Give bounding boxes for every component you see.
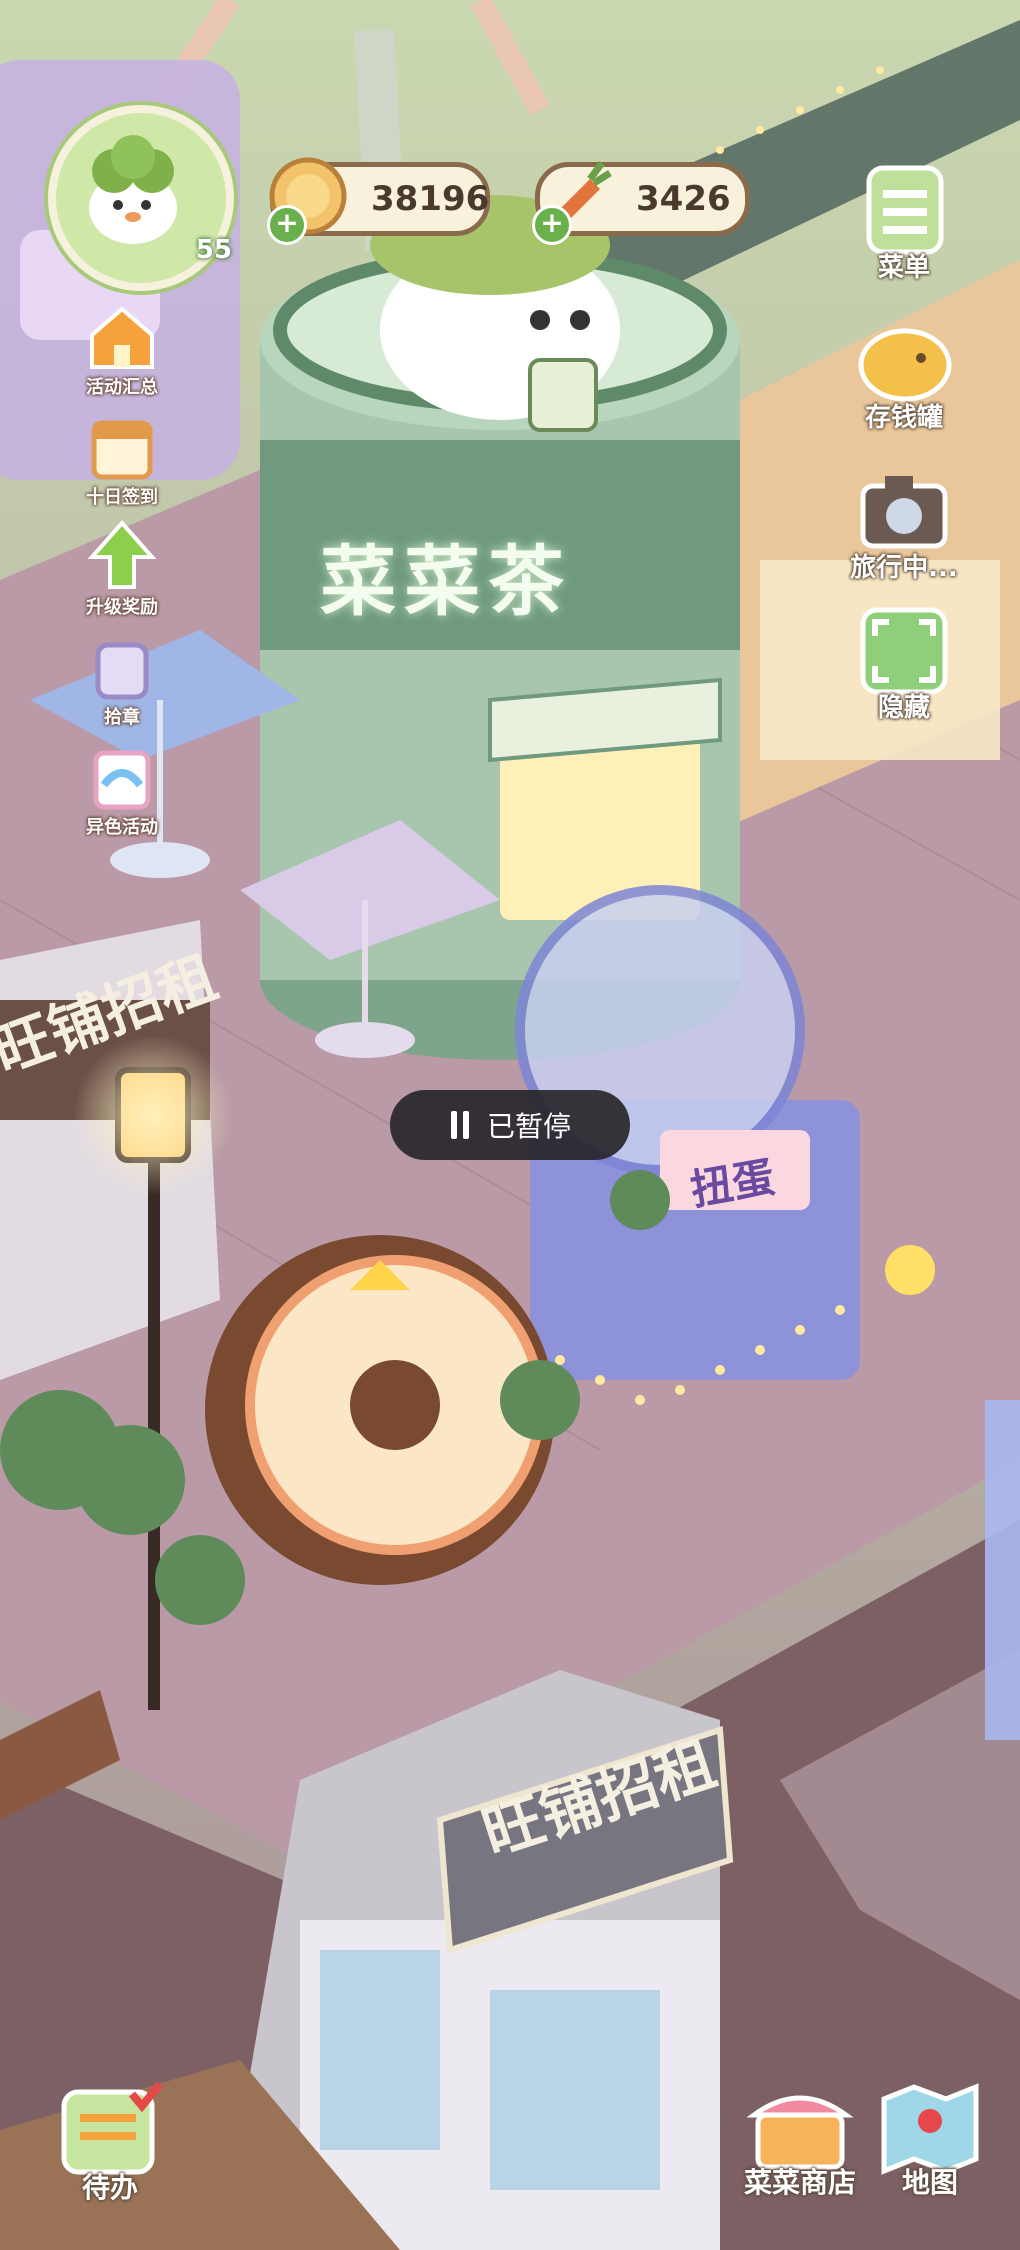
house-flag-icon: [90, 306, 154, 369]
add-carrots-button[interactable]: +: [532, 205, 572, 245]
calendar-gift-icon: [91, 420, 153, 480]
left-menu-signin[interactable]: 十日签到: [72, 405, 172, 508]
left-menu-label: 拾章: [104, 707, 140, 728]
tea-shop-sign[interactable]: 菜菜茶: [320, 520, 572, 630]
left-menu-levelup[interactable]: 升级奖励: [72, 515, 172, 618]
left-menu-label: 异色活动: [86, 817, 158, 838]
paused-label: 已暂停: [486, 1110, 571, 1143]
mascot-avatar-icon: [89, 135, 177, 244]
carrot-value: 3426: [636, 179, 731, 219]
right-menu-label: 旅行中...: [850, 553, 958, 583]
pause-icon: [449, 1111, 471, 1139]
piggy-bank-icon: [858, 328, 952, 402]
camera-icon: [860, 476, 948, 549]
right-menu-hide[interactable]: 隐藏: [845, 600, 963, 723]
shop-button[interactable]: 菜菜商店: [740, 2075, 860, 2199]
checklist-icon: [61, 2081, 164, 2175]
left-menu-label: 活动汇总: [86, 377, 158, 398]
coin-counter[interactable]: + 38196: [267, 157, 490, 245]
right-menu-label: 存钱罐: [864, 403, 943, 433]
rainbow-card-icon: [93, 750, 151, 810]
hide-frame-icon: [860, 607, 948, 695]
carrot-counter[interactable]: + 3426: [532, 160, 750, 245]
coin-value: 38196: [371, 179, 490, 219]
player-level: 55: [195, 235, 232, 265]
map-button[interactable]: 地图: [870, 2075, 990, 2199]
shop-stall-icon: [746, 2095, 854, 2170]
right-menu-label: 隐藏: [877, 693, 930, 723]
left-menu-badges[interactable]: 拾章: [72, 625, 172, 728]
left-menu-label: 升级奖励: [86, 597, 158, 618]
left-menu-activities[interactable]: 活动汇总: [72, 295, 172, 398]
player-avatar[interactable]: 55: [48, 105, 234, 291]
right-menu-menu[interactable]: 菜单: [845, 160, 963, 283]
left-menu-label: 十日签到: [86, 487, 158, 508]
todo-button[interactable]: 待办: [50, 2080, 170, 2204]
right-menu-travel[interactable]: 旅行中...: [845, 460, 963, 583]
todo-label: 待办: [81, 2171, 138, 2204]
map-icon: [881, 2083, 979, 2175]
right-menu-label: 菜单: [877, 253, 930, 283]
menu-list-icon: [866, 165, 944, 255]
level-up-arrow-icon: [87, 519, 157, 589]
left-menu-variant[interactable]: 异色活动: [72, 735, 172, 838]
paused-indicator[interactable]: 已暂停: [390, 1090, 630, 1160]
right-menu-piggybank[interactable]: 存钱罐: [845, 310, 963, 433]
badge-bag-icon: [95, 642, 149, 700]
map-label: 地图: [901, 2166, 958, 2199]
add-coins-button[interactable]: +: [267, 205, 307, 245]
